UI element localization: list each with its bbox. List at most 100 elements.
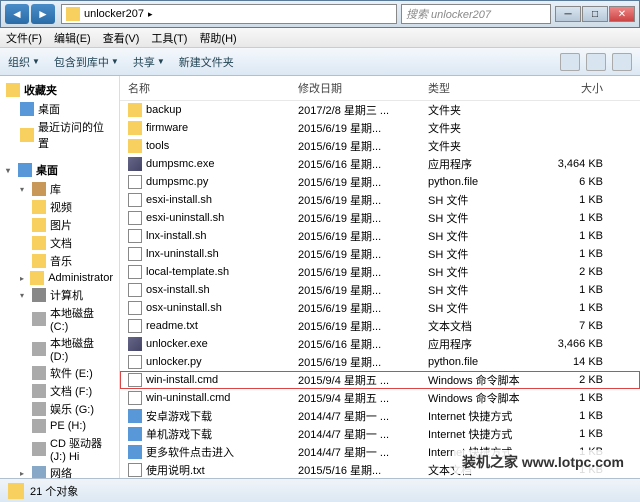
file-row[interactable]: win-install.cmd 2015/9/4 星期五 ...Windows 命… (120, 371, 640, 389)
new-folder-button[interactable]: 新建文件夹 (179, 54, 234, 70)
file-name: firmware (146, 122, 188, 134)
file-size: 14 KB (538, 356, 603, 368)
sidebar-disk-f[interactable]: 文档 (F:) (0, 382, 119, 400)
video-icon (32, 200, 46, 214)
status-text: 21 个对象 (30, 483, 78, 499)
file-row[interactable]: esxi-install.sh2015/6/19 星期...SH 文件1 KB (120, 191, 640, 209)
share-button[interactable]: 共享▼ (133, 54, 165, 70)
col-type[interactable]: 类型 (428, 80, 538, 96)
file-row[interactable]: backup2017/2/8 星期三 ...文件夹 (120, 101, 640, 119)
file-row[interactable]: 安卓游戏下载2014/4/7 星期一 ...Internet 快捷方式1 KB (120, 407, 640, 425)
col-date[interactable]: 修改日期 (298, 80, 428, 96)
music-icon (32, 254, 46, 268)
file-date: 2015/6/19 星期... (298, 264, 428, 280)
file-icon (128, 391, 142, 405)
file-row[interactable]: unlocker.exe2015/6/16 星期...应用程序3,466 KB (120, 335, 640, 353)
file-name: osx-install.sh (146, 284, 210, 296)
address-bar[interactable]: unlocker207 ▸ (61, 4, 397, 24)
file-name: readme.txt (146, 320, 198, 332)
sidebar-libraries[interactable]: ▾库 (0, 180, 119, 198)
file-row[interactable]: firmware2015/6/19 星期...文件夹 (120, 119, 640, 137)
file-size: 1 KB (538, 410, 603, 422)
sidebar-computer[interactable]: ▾计算机 (0, 286, 119, 304)
file-name: unlocker.exe (146, 338, 208, 350)
sidebar-disk-g[interactable]: 娱乐 (G:) (0, 400, 119, 418)
organize-button[interactable]: 组织▼ (8, 54, 40, 70)
file-row[interactable]: dumpsmc.exe2015/6/16 星期...应用程序3,464 KB (120, 155, 640, 173)
menu-edit[interactable]: 编辑(E) (54, 30, 91, 46)
menu-tools[interactable]: 工具(T) (151, 30, 187, 46)
file-type: Windows 命令脚本 (428, 372, 538, 388)
file-icon (128, 193, 142, 207)
sidebar-item-pictures[interactable]: 图片 (0, 216, 119, 234)
sidebar-admin[interactable]: ▸Administrator (0, 270, 119, 286)
file-row[interactable]: osx-uninstall.sh2015/6/19 星期...SH 文件1 KB (120, 299, 640, 317)
forward-button[interactable]: ► (31, 4, 55, 24)
file-name: win-uninstall.cmd (146, 392, 230, 404)
sidebar-favorites[interactable]: 收藏夹 (0, 80, 119, 100)
sidebar-desktop[interactable]: ▾桌面 (0, 160, 119, 180)
sidebar-item-desktop[interactable]: 桌面 (0, 100, 119, 118)
file-size: 2 KB (538, 374, 603, 386)
file-name: dumpsmc.exe (146, 158, 214, 170)
file-size: 1 KB (538, 428, 603, 440)
file-name: lnx-install.sh (146, 230, 207, 242)
include-lib-button[interactable]: 包含到库中▼ (54, 54, 119, 70)
file-row[interactable]: dumpsmc.py2015/6/19 星期...python.file6 KB (120, 173, 640, 191)
back-button[interactable]: ◄ (5, 4, 29, 24)
file-row[interactable]: lnx-uninstall.sh2015/6/19 星期...SH 文件1 KB (120, 245, 640, 263)
file-name: unlocker.py (146, 356, 202, 368)
sidebar-cd-drive[interactable]: CD 驱动器 (J:) Hi (0, 434, 119, 464)
file-type: SH 文件 (428, 192, 538, 208)
file-row[interactable]: local-template.sh2015/6/19 星期...SH 文件2 K… (120, 263, 640, 281)
file-row[interactable]: esxi-uninstall.sh2015/6/19 星期...SH 文件1 K… (120, 209, 640, 227)
file-date: 2017/2/8 星期三 ... (298, 102, 428, 118)
sidebar-disk-c[interactable]: 本地磁盘 (C:) (0, 304, 119, 334)
file-icon (128, 463, 142, 477)
menu-view[interactable]: 查看(V) (103, 30, 140, 46)
disk-icon (32, 384, 46, 398)
search-input[interactable]: 搜索 unlocker207 (401, 4, 551, 24)
menu-file[interactable]: 文件(F) (6, 30, 42, 46)
sidebar-disk-e[interactable]: 软件 (E:) (0, 364, 119, 382)
file-row[interactable]: win-uninstall.cmd2015/9/4 星期五 ...Windows… (120, 389, 640, 407)
file-size: 2 KB (538, 266, 603, 278)
file-date: 2015/6/19 星期... (298, 120, 428, 136)
file-row[interactable]: tools2015/6/19 星期...文件夹 (120, 137, 640, 155)
sidebar-network[interactable]: ▸网络 (0, 464, 119, 478)
file-date: 2014/4/7 星期一 ... (298, 408, 428, 424)
col-size[interactable]: 大小 (538, 80, 603, 96)
file-type: SH 文件 (428, 264, 538, 280)
sidebar-item-video[interactable]: 视频 (0, 198, 119, 216)
minimize-button[interactable]: ─ (555, 6, 581, 22)
file-date: 2015/9/4 星期五 ... (298, 372, 428, 388)
sidebar-item-recent[interactable]: 最近访问的位置 (0, 118, 119, 152)
menu-help[interactable]: 帮助(H) (199, 30, 236, 46)
file-name: win-install.cmd (146, 374, 218, 386)
recent-icon (20, 128, 34, 142)
file-name: osx-uninstall.sh (146, 302, 222, 314)
close-button[interactable]: ✕ (609, 6, 635, 22)
file-row[interactable]: 单机游戏下载2014/4/7 星期一 ...Internet 快捷方式1 KB (120, 425, 640, 443)
path-segment[interactable]: unlocker207 (84, 8, 144, 20)
preview-icon[interactable] (586, 53, 606, 71)
sidebar-item-music[interactable]: 音乐 (0, 252, 119, 270)
file-size: 6 KB (538, 176, 603, 188)
col-name[interactable]: 名称 (128, 80, 298, 96)
file-date: 2015/6/19 星期... (298, 318, 428, 334)
sidebar-disk-d[interactable]: 本地磁盘 (D:) (0, 334, 119, 364)
view-icon[interactable] (560, 53, 580, 71)
help-icon[interactable] (612, 53, 632, 71)
sidebar-item-docs[interactable]: 文档 (0, 234, 119, 252)
file-row[interactable]: unlocker.py2015/6/19 星期...python.file14 … (120, 353, 640, 371)
file-type: 应用程序 (428, 336, 538, 352)
file-name: tools (146, 140, 169, 152)
sidebar-disk-h[interactable]: PE (H:) (0, 418, 119, 434)
file-row[interactable]: lnx-install.sh2015/6/19 星期...SH 文件1 KB (120, 227, 640, 245)
file-date: 2014/4/7 星期一 ... (298, 444, 428, 460)
file-type: SH 文件 (428, 228, 538, 244)
file-row[interactable]: readme.txt2015/6/19 星期...文本文档7 KB (120, 317, 640, 335)
file-row[interactable]: osx-install.sh2015/6/19 星期...SH 文件1 KB (120, 281, 640, 299)
file-type: 文件夹 (428, 102, 538, 118)
maximize-button[interactable]: □ (582, 6, 608, 22)
